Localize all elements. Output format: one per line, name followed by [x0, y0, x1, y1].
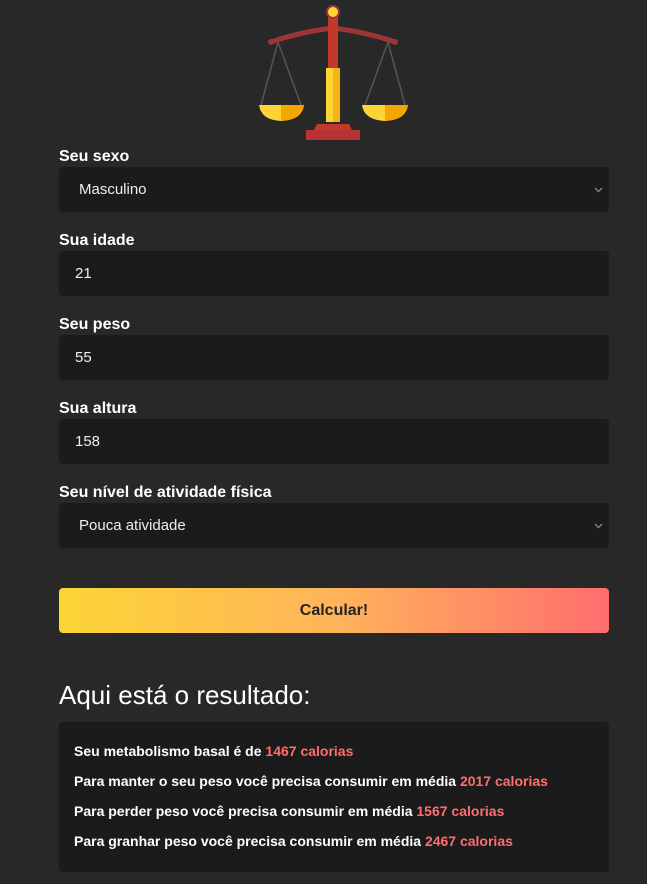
result-value: 2467 calorias: [424, 833, 513, 849]
activity-select-value: Pouca atividade: [79, 517, 186, 534]
result-box: Seu metabolismo basal é de 1467 calorias…: [59, 722, 609, 872]
age-input-value: 21: [75, 265, 92, 282]
height-input[interactable]: 158: [59, 419, 609, 464]
weight-input-value: 55: [75, 349, 92, 366]
age-label: Sua idade: [59, 232, 135, 249]
result-line-text: Para manter o seu peso você precisa cons…: [74, 773, 460, 789]
result-line-maintain: Para manter o seu peso você precisa cons…: [74, 773, 548, 789]
sex-select-value: Masculino: [79, 181, 147, 198]
sex-label: Seu sexo: [59, 148, 130, 165]
result-line-gain: Para granhar peso você precisa consumir …: [74, 833, 513, 849]
result-line-basal: Seu metabolismo basal é de 1467 calorias: [74, 743, 353, 759]
age-input[interactable]: 21: [59, 251, 609, 296]
result-line-text: Seu metabolismo basal é de: [74, 743, 266, 759]
activity-select[interactable]: Pouca atividade: [59, 503, 609, 548]
result-title: Aqui está o resultado:: [59, 680, 311, 710]
result-value: 2017 calorias: [459, 773, 548, 789]
height-label: Sua altura: [59, 400, 137, 417]
chevron-down-icon: [594, 187, 603, 192]
result-line-text: Para perder peso você precisa consumir e…: [74, 803, 417, 819]
balance-scale-icon: [259, 5, 408, 140]
chevron-down-icon: [594, 523, 603, 528]
sex-select[interactable]: Masculino: [59, 167, 609, 212]
weight-input[interactable]: 55: [59, 335, 609, 380]
result-value: 1567 calorias: [416, 803, 505, 819]
calculate-button-label: Calcular!: [299, 601, 369, 619]
result-value: 1467 calorias: [265, 743, 354, 759]
calculate-button[interactable]: Calcular!: [59, 588, 609, 633]
result-line-lose: Para perder peso você precisa consumir e…: [74, 803, 504, 819]
weight-label: Seu peso: [59, 316, 131, 333]
result-line-text: Para granhar peso você precisa consumir …: [74, 833, 425, 849]
activity-label: Seu nível de atividade física: [59, 484, 272, 501]
height-input-value: 158: [75, 433, 101, 450]
